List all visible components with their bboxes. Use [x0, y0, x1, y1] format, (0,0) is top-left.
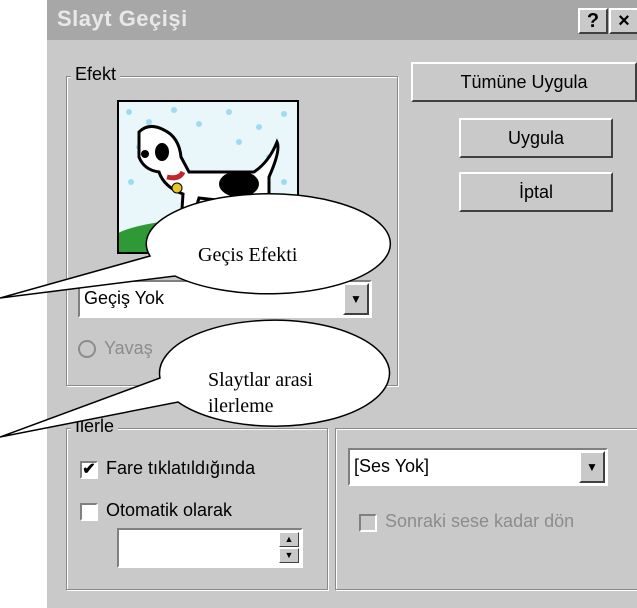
callout-overlay	[0, 193, 392, 438]
advance-callout-line1: Slaytlar arasi	[208, 369, 313, 391]
advance-callout-bubble	[0, 319, 391, 438]
transition-callout-bubble	[0, 193, 392, 299]
advance-callout-line2: ilerleme	[208, 395, 274, 417]
transition-callout-text: Geçis Efekti	[198, 244, 298, 266]
